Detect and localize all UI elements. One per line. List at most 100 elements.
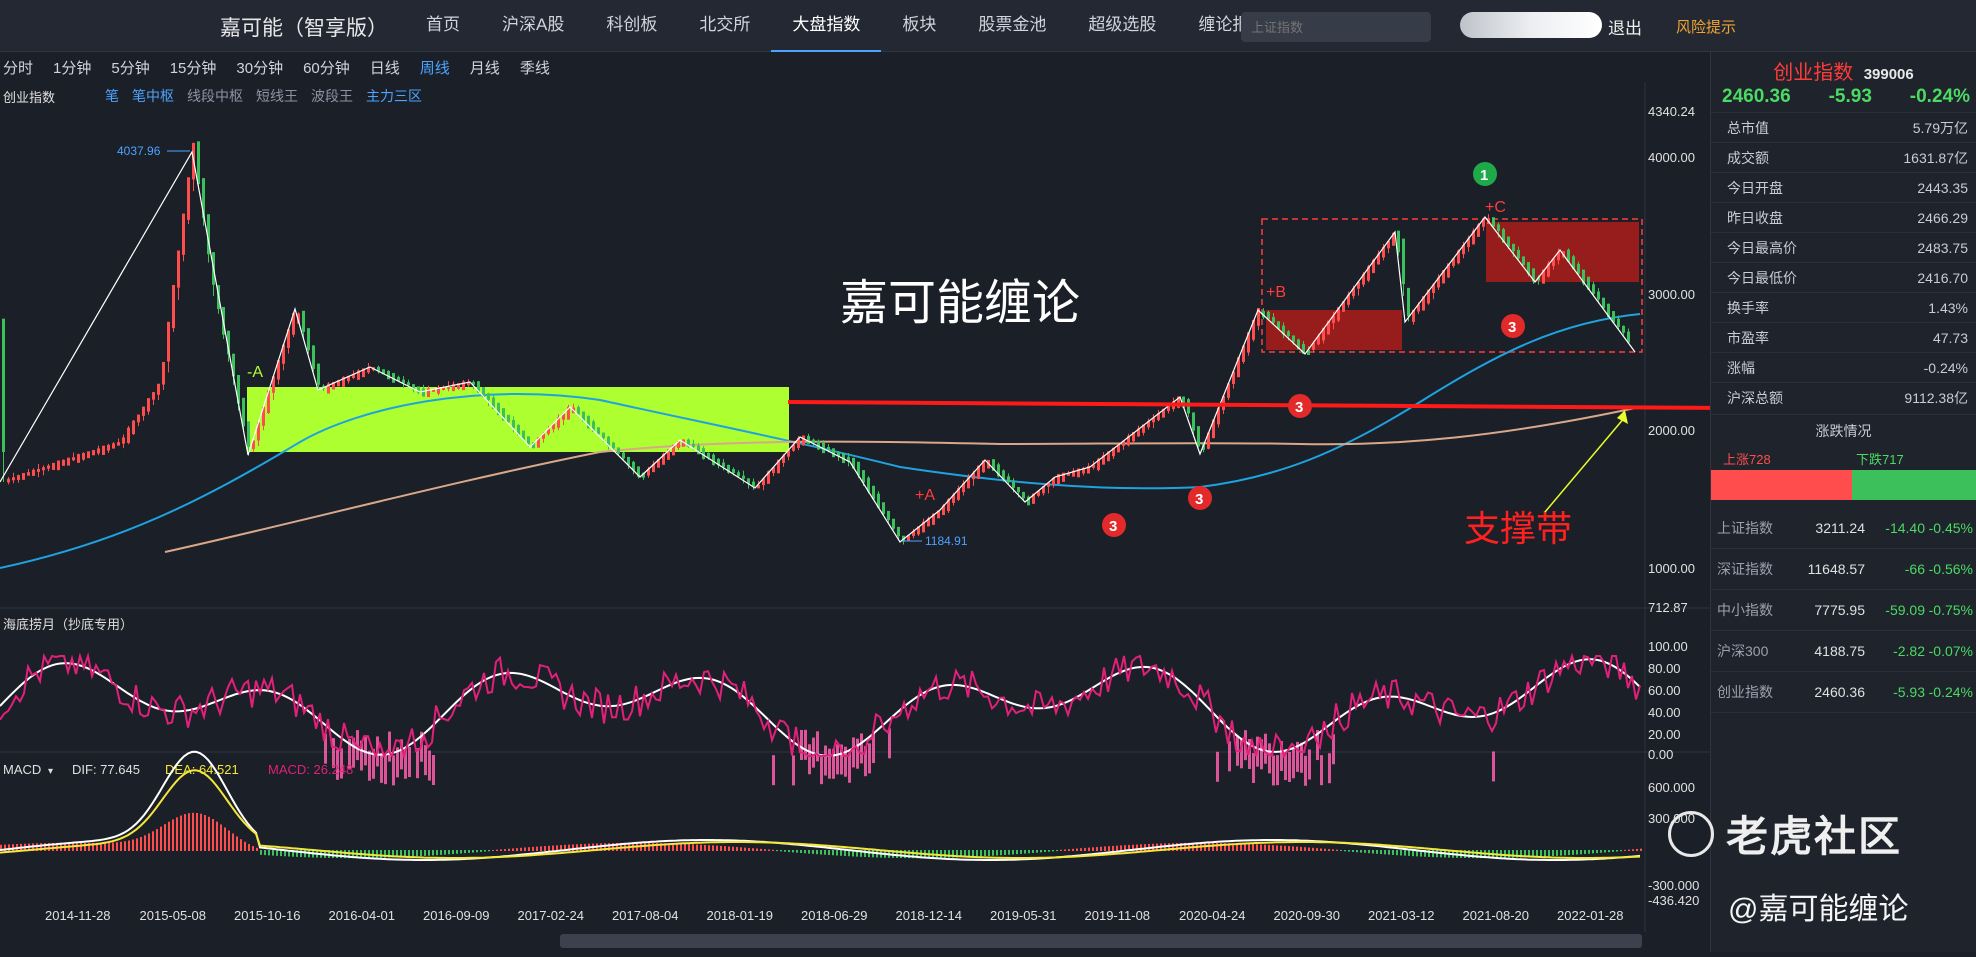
period-tick[interactable]: 分时 [0, 57, 44, 78]
macd-bar [1300, 846, 1302, 851]
candle-body [1577, 263, 1580, 274]
macd-bar [272, 850, 274, 856]
macd-bar [1280, 845, 1282, 851]
period-quarter[interactable]: 季线 [517, 57, 561, 78]
oscillator-bar [1264, 733, 1267, 764]
macd-bar [448, 850, 450, 855]
macd-bar [1376, 850, 1378, 854]
candle-body [47, 465, 50, 469]
candle-body [612, 442, 615, 449]
candle-body [12, 477, 15, 481]
macd-bar [1324, 848, 1326, 851]
macd-bar [736, 847, 738, 851]
period-month[interactable]: 月线 [467, 57, 511, 78]
period-30m[interactable]: 30分钟 [233, 57, 294, 78]
period-60m[interactable]: 60分钟 [300, 57, 361, 78]
macd-bar [512, 848, 514, 851]
macd-bar [692, 844, 694, 851]
macd-bar [264, 850, 266, 856]
y-tick: -300.000 [1648, 878, 1699, 893]
nav-a-shares[interactable]: 沪深A股 [481, 0, 585, 52]
stat-value: 9112.38亿 [1904, 389, 1968, 406]
nav-index[interactable]: 大盘指数 [771, 0, 882, 52]
macd-bar [132, 839, 134, 851]
macd-bar [1552, 850, 1554, 857]
candle-body [722, 462, 725, 468]
macd-bar [1048, 850, 1050, 852]
oscillator-bar [868, 743, 871, 774]
label-plus-c: +C [1485, 199, 1506, 216]
index-change: -59.09 [1885, 602, 1925, 618]
stat-row: 沪深总额 9112.38亿 [1711, 382, 1976, 412]
macd-bar [728, 846, 730, 851]
macd-bar [380, 850, 382, 858]
macd-title[interactable]: MACD [3, 762, 41, 777]
x-tick: 2014-11-28 [45, 908, 111, 923]
nav-home[interactable]: 首页 [405, 0, 481, 52]
nav-sectors[interactable]: 板块 [881, 0, 957, 52]
logout-button[interactable]: 退出 [1608, 14, 1642, 39]
candle-body [27, 472, 30, 476]
badge-text: 3 [1295, 399, 1303, 416]
timeline-scrollbar[interactable] [560, 934, 1642, 948]
macd-bar [432, 850, 434, 856]
label-plus-b: +B [1266, 284, 1286, 301]
candle-body [62, 459, 65, 466]
macd-bar [1292, 846, 1294, 851]
candle-body [82, 453, 85, 460]
search-input[interactable] [1241, 12, 1431, 42]
index-row[interactable]: 上证指数 3211.24 -14.40 -0.45% [1711, 508, 1976, 549]
candle-body [892, 518, 895, 529]
oscillator-bar [860, 733, 863, 764]
index-pct: -0.75% [1928, 602, 1973, 618]
x-tick: 2015-05-08 [140, 908, 207, 923]
macd-bar [552, 845, 554, 851]
macd-bar [480, 850, 482, 852]
x-tick: 2018-01-19 [707, 908, 774, 923]
index-row[interactable]: 沪深300 4188.75 -2.82 -0.07% [1711, 631, 1976, 672]
candle-body [97, 448, 100, 454]
candle-body [157, 383, 160, 395]
stat-label: 换手率 [1727, 299, 1769, 316]
macd-bar [1092, 847, 1094, 851]
risk-link[interactable]: 风险提示 [1676, 16, 1736, 37]
macd-bar [1064, 849, 1066, 851]
nav-star-market[interactable]: 科创板 [585, 0, 678, 52]
oscillator-bar [1292, 748, 1295, 779]
macd-bar [376, 850, 378, 858]
nav-gold-pool[interactable]: 股票金池 [957, 0, 1067, 52]
macd-bar [508, 848, 510, 851]
index-row[interactable]: 中小指数 7775.95 -59.09 -0.75% [1711, 590, 1976, 631]
period-5m[interactable]: 5分钟 [108, 57, 160, 78]
macd-bar [1284, 845, 1286, 851]
user-avatar[interactable] [1460, 12, 1602, 38]
index-pct: -0.56% [1928, 561, 1973, 577]
oscillator-bar [388, 731, 391, 762]
candle-body [72, 457, 75, 461]
macd-bar [1360, 850, 1362, 853]
support-line [787, 400, 1726, 410]
index-row[interactable]: 深证指数 11648.57 -66 -0.56% [1711, 549, 1976, 590]
macd-bar [408, 850, 410, 857]
oscillator-bar [1300, 742, 1303, 773]
oscillator-bar [1328, 753, 1331, 784]
period-15m[interactable]: 15分钟 [167, 57, 228, 78]
macd-bar [532, 846, 534, 851]
chart-area[interactable]: 4340.24 4000.00 3000.00 2000.00 1000.00 … [0, 82, 1726, 952]
index-change: -5.93 [1893, 684, 1925, 700]
author-watermark: @嘉可能缠论 [1728, 893, 1909, 926]
period-day[interactable]: 日线 [367, 57, 411, 78]
nav-stock-picker[interactable]: 超级选股 [1067, 0, 1177, 52]
candle-body [702, 448, 705, 460]
candle-body [1592, 284, 1595, 295]
index-name: 创业指数 [1717, 684, 1773, 700]
index-row[interactable]: 创业指数 2460.36 -5.93 -0.24% [1711, 672, 1976, 713]
chart-svg[interactable]: 4340.24 4000.00 3000.00 2000.00 1000.00 … [0, 82, 1726, 952]
nav-bse[interactable]: 北交所 [678, 0, 771, 52]
macd-bar [536, 846, 538, 851]
x-tick: 2019-05-31 [990, 908, 1057, 923]
period-week[interactable]: 周线 [417, 57, 461, 78]
period-1m[interactable]: 1分钟 [50, 57, 102, 78]
macd-bar [212, 819, 214, 851]
oscillator-bar [1272, 755, 1275, 786]
